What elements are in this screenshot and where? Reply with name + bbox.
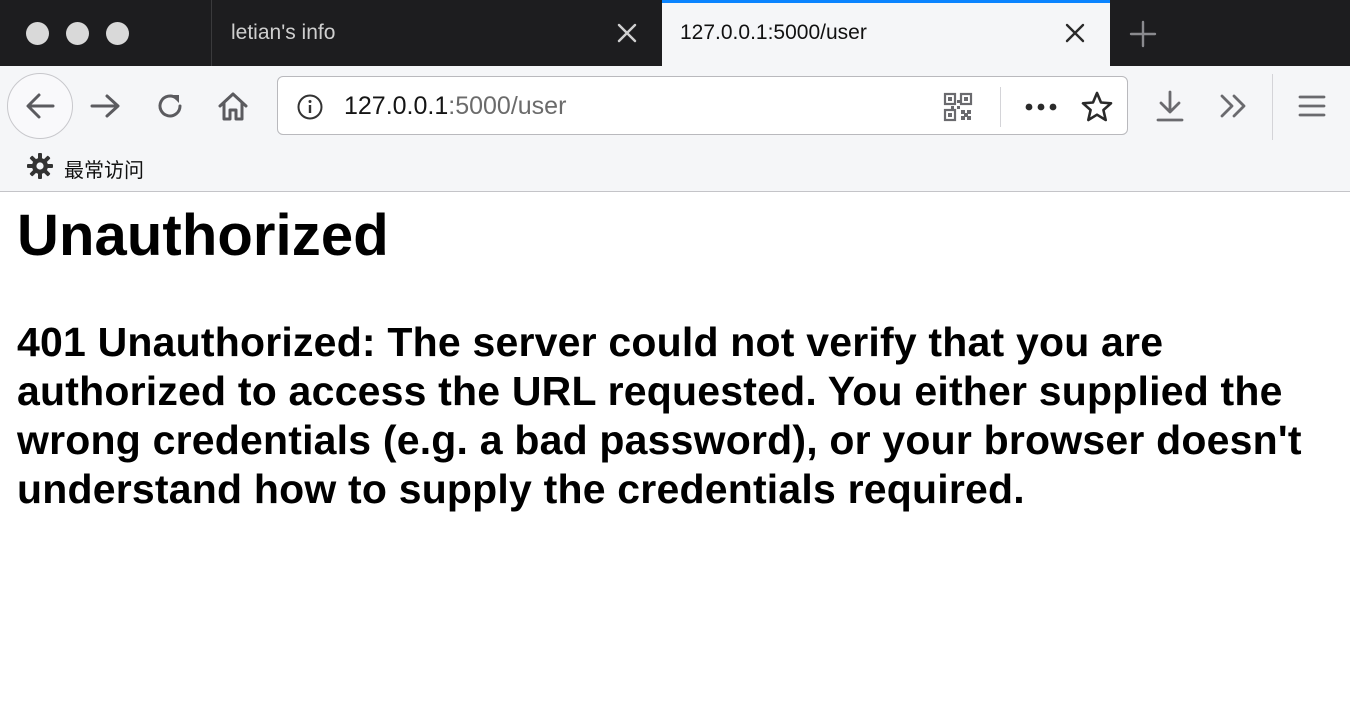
tab-close-icon[interactable] — [1063, 21, 1087, 45]
url-host: 127.0.0.1 — [344, 92, 449, 120]
tab-close-icon[interactable] — [615, 21, 639, 45]
toolbar-divider — [1272, 74, 1273, 140]
bookmark-star-icon[interactable] — [1079, 89, 1115, 125]
gear-icon — [26, 152, 54, 185]
tab-title: letian's info — [231, 21, 336, 44]
tab-strip: letian's info 127.0.0.1:5000/user — [0, 0, 1350, 66]
page-title: Unauthorized — [17, 203, 389, 268]
window-close-button[interactable] — [26, 22, 49, 45]
tab-user[interactable]: 127.0.0.1:5000/user — [662, 0, 1110, 66]
qr-code-icon[interactable] — [942, 91, 974, 123]
bookmark-most-visited[interactable]: 最常访问 — [26, 152, 144, 184]
bookmark-label: 最常访问 — [64, 159, 144, 182]
tab-letians-info[interactable]: letian's info — [211, 0, 662, 66]
back-button[interactable] — [7, 73, 73, 139]
reload-button[interactable] — [150, 88, 190, 124]
error-message: 401 Unauthorized: The server could not v… — [17, 319, 1302, 512]
tab-title: 127.0.0.1:5000/user — [680, 21, 867, 44]
home-button[interactable] — [213, 87, 253, 125]
site-info-icon[interactable] — [296, 93, 324, 121]
forward-arrow-icon — [90, 94, 120, 118]
page-content: Unauthorized 401 Unauthorized: The serve… — [17, 202, 1337, 514]
forward-button[interactable] — [86, 88, 126, 124]
window-zoom-button[interactable] — [106, 22, 129, 45]
hamburger-menu-icon[interactable] — [1294, 88, 1330, 124]
navigation-toolbar: 127.0.0.1:5000/user — [0, 66, 1350, 146]
address-bar-divider — [1000, 87, 1001, 127]
downloads-icon[interactable] — [1152, 86, 1188, 126]
url-text[interactable]: 127.0.0.1:5000/user — [344, 92, 566, 121]
reload-icon — [158, 94, 182, 118]
address-bar[interactable]: 127.0.0.1:5000/user — [277, 76, 1128, 135]
back-arrow-icon — [26, 93, 55, 119]
url-path: :5000/user — [448, 92, 567, 120]
bookmarks-toolbar: 最常访问 — [0, 146, 1350, 192]
page-actions-more-icon[interactable] — [1022, 91, 1060, 123]
new-tab-plus-icon[interactable] — [1128, 19, 1158, 49]
window-minimize-button[interactable] — [66, 22, 89, 45]
toolbar-overflow-chevron-icon[interactable] — [1216, 88, 1252, 124]
home-icon — [218, 92, 248, 121]
